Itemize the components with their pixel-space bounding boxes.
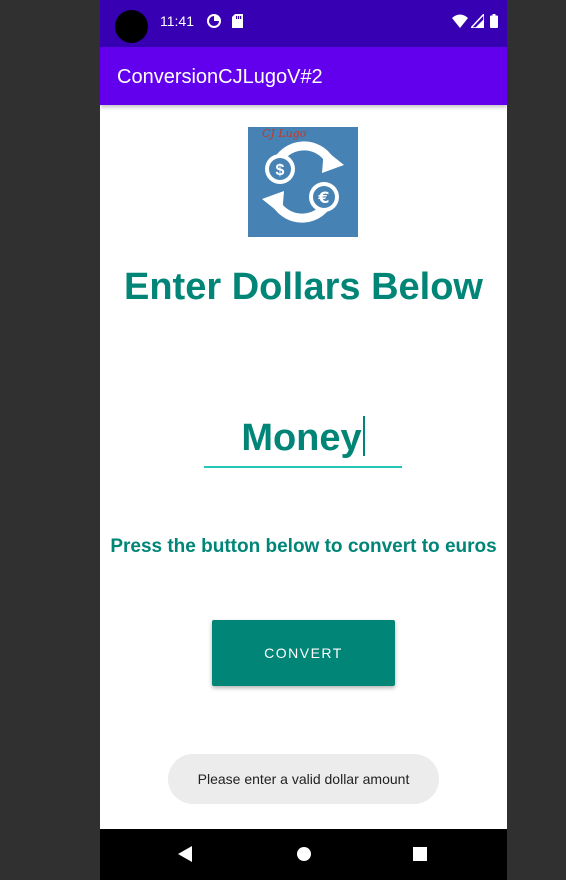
- wifi-icon: [452, 14, 468, 28]
- back-icon[interactable]: [173, 842, 197, 866]
- app-logo: $ € CJ Lugo: [248, 127, 358, 237]
- status-bar: 11:41: [100, 0, 507, 47]
- phone-screen: 11:41 ConversionCJLugoV#2 $ € CJ Lugo En…: [100, 0, 507, 880]
- convert-button[interactable]: CONVERT: [212, 620, 395, 686]
- svg-text:€: €: [317, 188, 329, 207]
- camera-cutout: [115, 10, 148, 43]
- home-icon[interactable]: [292, 842, 316, 866]
- navigation-bar: [100, 829, 507, 880]
- svg-text:$: $: [276, 162, 285, 179]
- status-time: 11:41: [160, 13, 194, 29]
- instruction-text: Press the button below to convert to eur…: [110, 536, 497, 557]
- sd-card-icon: [232, 14, 243, 28]
- dollar-euro-exchange-icon: $ €: [248, 127, 358, 237]
- data-saver-icon: [207, 14, 221, 28]
- logo-text: CJ Lugo: [262, 127, 307, 140]
- app-bar: ConversionCJLugoV#2: [100, 47, 507, 105]
- battery-icon: [490, 14, 498, 28]
- page-heading: Enter Dollars Below: [124, 266, 483, 308]
- recents-icon[interactable]: [408, 842, 432, 866]
- signal-icon: [471, 14, 484, 28]
- toast-message: Please enter a valid dollar amount: [168, 754, 439, 804]
- money-input[interactable]: [204, 414, 402, 468]
- app-title: ConversionCJLugoV#2: [117, 66, 323, 88]
